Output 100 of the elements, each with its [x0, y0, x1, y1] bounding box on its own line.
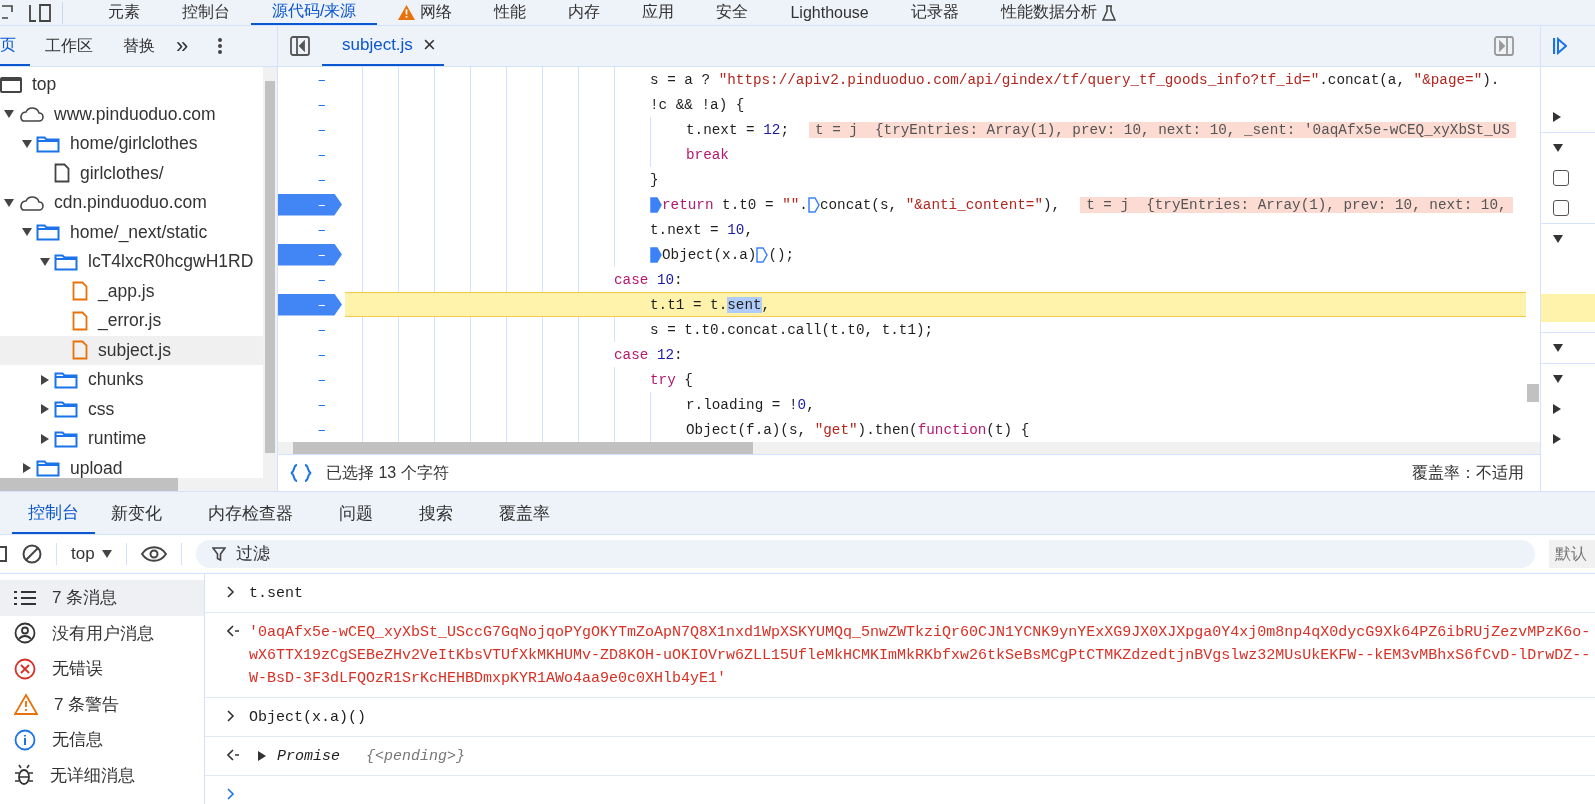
more-tabs-button[interactable]: »	[170, 26, 199, 66]
collapsed-arrow-icon[interactable]	[257, 751, 267, 761]
breakpoint-marker[interactable]: –	[278, 243, 342, 266]
tree-item[interactable]: home/girlclothes	[0, 129, 263, 159]
sidebar-toggle-icon[interactable]	[0, 545, 8, 563]
line-number[interactable]: –	[278, 318, 342, 341]
collapsed-arrow-icon[interactable]	[41, 433, 49, 444]
collapsed-arrow-icon[interactable]	[41, 374, 49, 385]
message-filter-item[interactable]: 无详细消息	[0, 757, 204, 793]
tree-item[interactable]: upload	[0, 453, 263, 478]
line-number[interactable]: –	[278, 118, 342, 141]
message-filter-item[interactable]: 无信息	[0, 722, 204, 758]
tree-item[interactable]: _error.js	[0, 306, 263, 336]
result-icon	[227, 625, 239, 637]
drawer-tab[interactable]: 控制台	[12, 492, 95, 534]
navigator-tab[interactable]: 工作区	[30, 26, 108, 66]
pretty-print-icon[interactable]	[290, 464, 312, 482]
line-number[interactable]: –	[278, 93, 342, 116]
line-number[interactable]: –	[278, 368, 342, 391]
tree-item[interactable]: chunks	[0, 365, 263, 395]
expanded-arrow-icon[interactable]	[1553, 144, 1563, 152]
line-number[interactable]: –	[278, 218, 342, 241]
tree-item[interactable]: runtime	[0, 424, 263, 454]
line-number[interactable]: –	[278, 68, 342, 91]
scrollbar-thumb[interactable]	[293, 442, 753, 454]
tree-item[interactable]: top	[0, 70, 263, 100]
expanded-arrow-icon[interactable]	[22, 139, 32, 148]
inspect-icon[interactable]	[2, 3, 16, 22]
panel-tab[interactable]: 应用	[621, 0, 696, 25]
line-number[interactable]: –	[278, 143, 342, 166]
drawer-tab[interactable]: 新变化	[95, 492, 178, 534]
line-number[interactable]: –	[278, 268, 342, 291]
console-prompt-icon[interactable]	[227, 788, 235, 800]
scrollbar-thumb[interactable]	[1527, 384, 1539, 402]
panel-tab[interactable]: 控制台	[161, 0, 251, 25]
sidebar-toggle-icon[interactable]	[1494, 36, 1514, 56]
tree-item[interactable]: girlclothes/	[0, 158, 263, 188]
panel-tab[interactable]: 网络	[377, 0, 474, 25]
checkbox[interactable]	[1553, 170, 1569, 186]
scrollbar-thumb[interactable]	[265, 81, 275, 453]
message-filter-item[interactable]: 7 条警告	[0, 686, 204, 722]
expanded-arrow-icon[interactable]	[22, 228, 32, 237]
tree-item[interactable]: www.pinduoduo.com	[0, 99, 263, 129]
panel-tab[interactable]: 性能	[473, 0, 548, 25]
expanded-arrow-icon[interactable]	[1553, 375, 1563, 383]
panel-tab[interactable]: 内存	[547, 0, 622, 25]
eye-icon[interactable]	[140, 546, 167, 562]
tree-item[interactable]: cdn.pinduoduo.com	[0, 188, 263, 218]
line-number[interactable]: –	[278, 418, 342, 441]
expanded-arrow-icon[interactable]	[40, 257, 50, 266]
expanded-arrow-icon[interactable]	[4, 110, 14, 119]
context-dropdown[interactable]: top	[71, 544, 112, 564]
code-text: (t) {	[986, 421, 1030, 438]
panel-tab[interactable]: 性能数据分析	[979, 0, 1137, 25]
expanded-arrow-icon[interactable]	[1553, 344, 1563, 352]
message-filter-item[interactable]: 无错误	[0, 651, 204, 687]
scrollbar-thumb[interactable]	[0, 478, 178, 491]
object-state: {<pending>}	[366, 747, 466, 767]
more-options-icon[interactable]	[218, 38, 223, 54]
panel-tab[interactable]: Lighthouse	[769, 0, 890, 25]
collapsed-arrow-icon[interactable]	[1553, 404, 1561, 414]
inline-breakpoint-icon[interactable]	[756, 246, 769, 263]
message-filter-item[interactable]: 7 条消息	[0, 580, 204, 616]
drawer-tab[interactable]: 内存检查器	[192, 492, 309, 534]
drawer-tab[interactable]: 问题	[323, 492, 389, 534]
drawer-tab[interactable]: 搜索	[403, 492, 469, 534]
message-filter-item[interactable]: 没有用户消息	[0, 615, 204, 651]
line-number[interactable]: –	[278, 168, 342, 191]
tree-item[interactable]: lcT4lxcR0hcgwH1RD	[0, 247, 263, 277]
tree-item[interactable]: _app.js	[0, 276, 263, 306]
line-number[interactable]: –	[278, 393, 342, 416]
panel-tab[interactable]: 记录器	[889, 0, 980, 25]
panel-tab[interactable]: 安全	[695, 0, 770, 25]
navigator-tab[interactable]: 替换	[108, 26, 170, 66]
file-tab[interactable]: subject.js ×	[322, 26, 444, 66]
log-levels-dropdown[interactable]: 默认	[1549, 540, 1595, 568]
device-icon[interactable]	[28, 3, 52, 22]
tree-item[interactable]: home/_next/static	[0, 217, 263, 247]
inline-breakpoint-icon[interactable]	[807, 196, 820, 213]
tree-item[interactable]: css	[0, 394, 263, 424]
expanded-arrow-icon[interactable]	[4, 198, 14, 207]
filter-field[interactable]: 过滤	[195, 540, 1535, 568]
breakpoint-marker[interactable]: –	[278, 293, 342, 316]
navigator-tab[interactable]: 页	[0, 26, 30, 66]
resume-icon[interactable]	[1553, 37, 1567, 55]
collapsed-arrow-icon[interactable]	[1553, 434, 1561, 444]
code-text: 12	[763, 121, 781, 138]
expanded-arrow-icon[interactable]	[1553, 235, 1563, 243]
checkbox[interactable]	[1553, 200, 1569, 216]
tree-item[interactable]: subject.js	[0, 335, 263, 365]
clear-icon[interactable]	[22, 544, 42, 564]
line-number[interactable]: –	[278, 343, 342, 366]
collapsed-arrow-icon[interactable]	[23, 463, 31, 474]
close-button[interactable]: ×	[422, 32, 436, 58]
drawer-tab[interactable]: 覆盖率	[483, 492, 566, 534]
panel-tab[interactable]: 元素	[87, 0, 161, 25]
sidebar-toggle-icon[interactable]	[290, 36, 310, 56]
collapsed-arrow-icon[interactable]	[41, 404, 49, 415]
collapsed-arrow-icon[interactable]	[1553, 112, 1561, 122]
breakpoint-marker[interactable]: –	[278, 193, 342, 216]
